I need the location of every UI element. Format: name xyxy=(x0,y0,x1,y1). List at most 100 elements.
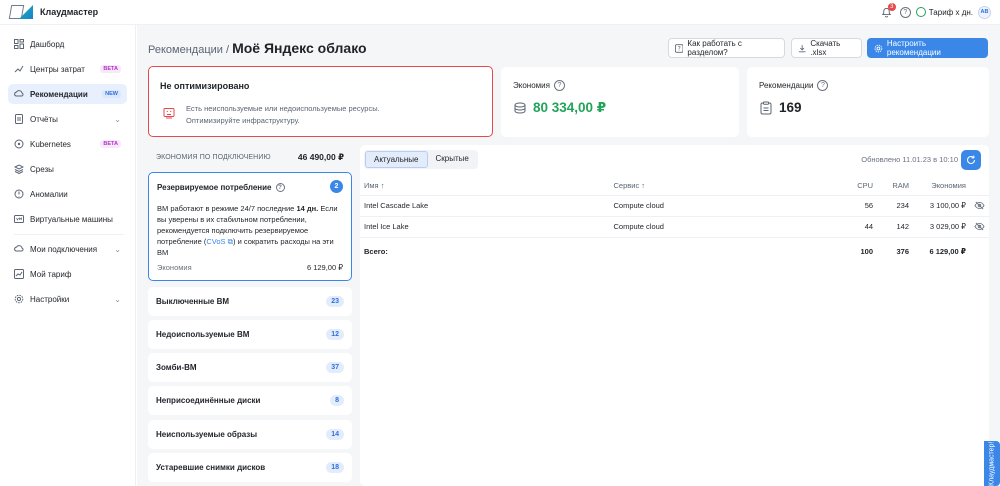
beta-badge: BETA xyxy=(100,65,121,73)
recommendations-count-card: Рекомендации? 169 xyxy=(747,67,989,137)
table-row[interactable]: Intel Cascade Lake Compute cloud 56 234 … xyxy=(360,194,989,216)
sidebar-item-anomalies[interactable]: Аномалии xyxy=(8,184,127,204)
category-old-snapshots[interactable]: Устаревшие снимки дисков 18 xyxy=(148,453,352,482)
vm-icon xyxy=(14,214,24,224)
reserved-description: ВМ работают в режиме 24/7 последние 14 д… xyxy=(157,204,338,257)
sidebar-item-label: Рекомендации xyxy=(30,89,88,99)
sidebar-item-label: Отчёты xyxy=(30,114,58,124)
beta-badge: BETA xyxy=(100,140,121,148)
dashboard-icon xyxy=(14,39,24,49)
economy-label: Экономия xyxy=(513,81,550,90)
column-header-actions xyxy=(970,176,989,195)
cell-name: Intel Ice Lake xyxy=(360,215,610,237)
help-section-button[interactable]: ? Как работать с разделом? xyxy=(668,38,785,58)
configure-recommendations-button[interactable]: Настроить рекомендации xyxy=(867,38,988,58)
tariff-ring-icon xyxy=(915,7,926,17)
refresh-button[interactable] xyxy=(961,150,981,170)
category-zombie-vms[interactable]: Зомби-ВМ 37 xyxy=(148,353,352,382)
download-xlsx-button[interactable]: Скачать .xlsx xyxy=(791,38,862,58)
cvos-link[interactable]: CVoS xyxy=(206,237,225,246)
main-content: Рекомендации / Моё Яндекс облако ? Как р… xyxy=(137,25,1000,486)
tariff-button[interactable]: Тариф х дн. xyxy=(915,7,973,17)
help-icon[interactable]: ? xyxy=(817,80,829,91)
recommendations-icon xyxy=(14,89,24,99)
kubernetes-icon xyxy=(14,139,24,149)
logo-icon xyxy=(8,5,34,19)
sidebar-item-cost-centers[interactable]: Центры затрат BETA xyxy=(8,59,127,79)
category-count: 12 xyxy=(326,329,344,340)
total-cpu: 100 xyxy=(829,236,878,266)
category-stopped-vms[interactable]: Выключенные ВМ 23 xyxy=(148,287,352,316)
chevron-down-icon: ⌄ xyxy=(114,114,121,124)
tab-actual[interactable]: Актуальные xyxy=(365,151,428,168)
economy-value: 80 334,00 ₽ xyxy=(533,100,607,115)
category-unattached-disks[interactable]: Неприсоединённые диски 8 xyxy=(148,386,352,415)
notifications-badge: 3 xyxy=(887,3,896,11)
notifications-button[interactable]: 3 xyxy=(879,3,896,20)
gear-icon xyxy=(14,294,24,304)
column-header-economy[interactable]: Экономия xyxy=(913,176,970,195)
app-name: Клаудмастер xyxy=(40,7,99,17)
sidebar-item-recommendations[interactable]: Рекомендации NEW xyxy=(8,84,127,104)
category-count: 23 xyxy=(326,296,344,307)
breadcrumb-parent[interactable]: Рекомендации / xyxy=(148,44,229,56)
help-icon[interactable]: ? xyxy=(275,183,285,192)
sidebar-item-kubernetes[interactable]: Kubernetes BETA xyxy=(8,134,127,154)
status-line-2: Оптимизируйте инфраструктуру. xyxy=(186,116,300,125)
category-count: 8 xyxy=(330,395,344,406)
tab-switcher: Актуальные Скрытые xyxy=(364,150,478,169)
status-title: Не оптимизировано xyxy=(160,81,250,91)
connection-economy-label: Экономия по подключению xyxy=(156,153,271,161)
clipboard-icon xyxy=(760,101,772,114)
reserved-consumption-card[interactable]: Резервируемое потребление ? 2 ВМ работаю… xyxy=(148,172,352,281)
sidebar-item-vms[interactable]: Виртуальные машины xyxy=(8,209,127,229)
feedback-side-tab[interactable]: Клаудмастер! xyxy=(984,441,1000,486)
sidebar-item-label: Мой тариф xyxy=(30,269,72,279)
sidebar-item-settings[interactable]: Настройки ⌄ xyxy=(8,289,127,309)
category-label: Устаревшие снимки дисков xyxy=(156,463,266,472)
reports-icon xyxy=(14,114,24,124)
reserved-economy-value: 6 129,00 ₽ xyxy=(306,263,343,272)
cell-name: Intel Cascade Lake xyxy=(360,194,610,216)
tariff-icon xyxy=(14,269,24,279)
logo[interactable]: Клаудмастер xyxy=(8,5,99,19)
reserved-title: Резервируемое потребление xyxy=(157,183,272,192)
sidebar-item-label: Аномалии xyxy=(30,189,68,199)
sidebar-item-dashboard[interactable]: Дашборд xyxy=(8,34,127,54)
cell-ram: 142 xyxy=(877,215,913,237)
category-label: Выключенные ВМ xyxy=(156,297,230,306)
connection-economy: Экономия по подключению 46 490,00 ₽ xyxy=(148,147,352,167)
help-icon[interactable]: ? xyxy=(899,6,911,18)
cell-economy: 3 029,00 ₽ xyxy=(913,215,970,237)
cost-centers-icon xyxy=(14,64,24,74)
reserved-count-badge: 2 xyxy=(330,180,343,193)
category-underused-vms[interactable]: Недоиспользуемые ВМ 12 xyxy=(148,320,352,349)
cell-cpu: 56 xyxy=(829,194,878,216)
tab-hidden[interactable]: Скрытые xyxy=(428,151,477,168)
total-ram: 376 xyxy=(877,236,913,266)
sidebar-item-label: Виртуальные машины xyxy=(30,214,113,224)
sidebar-item-tariff[interactable]: Мой тариф xyxy=(8,264,127,284)
hide-eye-icon[interactable] xyxy=(969,194,989,216)
coins-icon xyxy=(514,102,526,114)
cell-service: Compute cloud xyxy=(609,194,830,216)
help-icon[interactable]: ? xyxy=(553,80,565,91)
anomalies-icon xyxy=(14,189,24,199)
top-bar: Клаудмастер 3 ? Тариф х дн. АВ xyxy=(0,0,1000,25)
sidebar-item-connections[interactable]: Мои подключения ⌄ xyxy=(8,239,127,259)
recommendations-table: Имя ↑ Сервис ↑ CPU RAM Экономия Intel Ca… xyxy=(360,176,989,266)
refresh-icon xyxy=(966,155,976,165)
page-title: Моё Яндекс облако xyxy=(232,40,367,56)
sidebar-item-reports[interactable]: Отчёты ⌄ xyxy=(8,109,127,129)
column-header-cpu[interactable]: CPU xyxy=(829,176,877,195)
table-row[interactable]: Intel Ice Lake Compute cloud 44 142 3 02… xyxy=(360,215,989,237)
hide-eye-icon[interactable] xyxy=(969,215,989,237)
sort-arrow-icon: ↑ xyxy=(641,180,646,190)
sidebar-item-slices[interactable]: Срезы xyxy=(8,159,127,179)
category-unused-images[interactable]: Неиспользуемые образы 14 xyxy=(148,420,352,449)
column-header-name[interactable]: Имя ↑ xyxy=(360,176,610,195)
avatar[interactable]: АВ xyxy=(978,5,991,19)
column-header-ram[interactable]: RAM xyxy=(877,176,913,195)
column-header-service[interactable]: Сервис ↑ xyxy=(610,176,830,195)
status-line-1: Есть неиспользуемые или недоиспользуемые… xyxy=(186,104,380,113)
